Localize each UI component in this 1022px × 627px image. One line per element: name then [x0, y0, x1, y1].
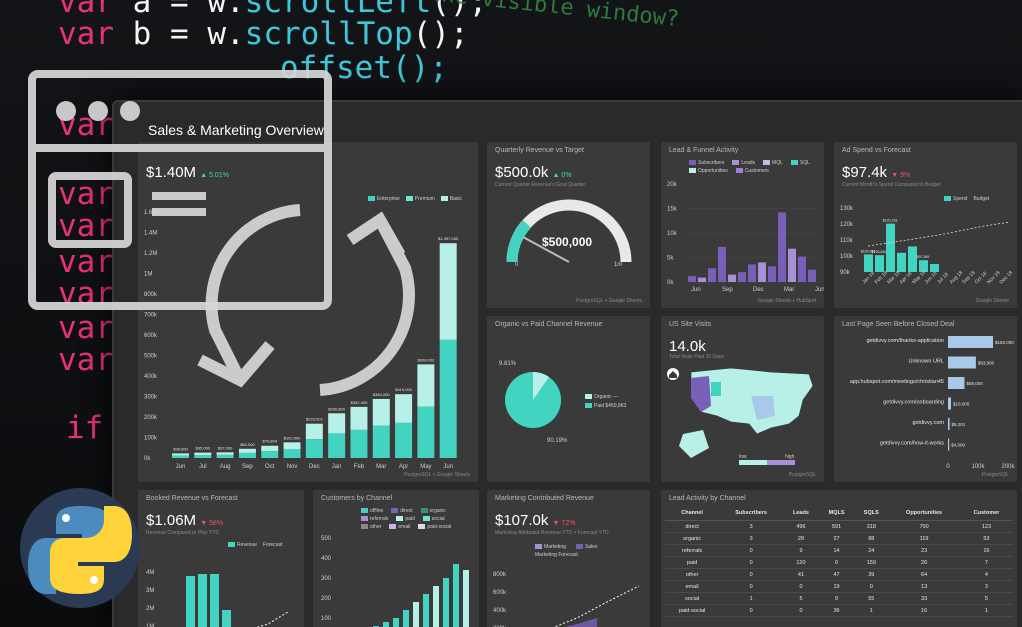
window-dots	[56, 101, 140, 121]
sync-arrows-icon	[197, 204, 415, 396]
python-logo-icon	[20, 488, 140, 608]
overlay-graphics	[20, 70, 415, 608]
browser-window-icon	[28, 70, 332, 310]
